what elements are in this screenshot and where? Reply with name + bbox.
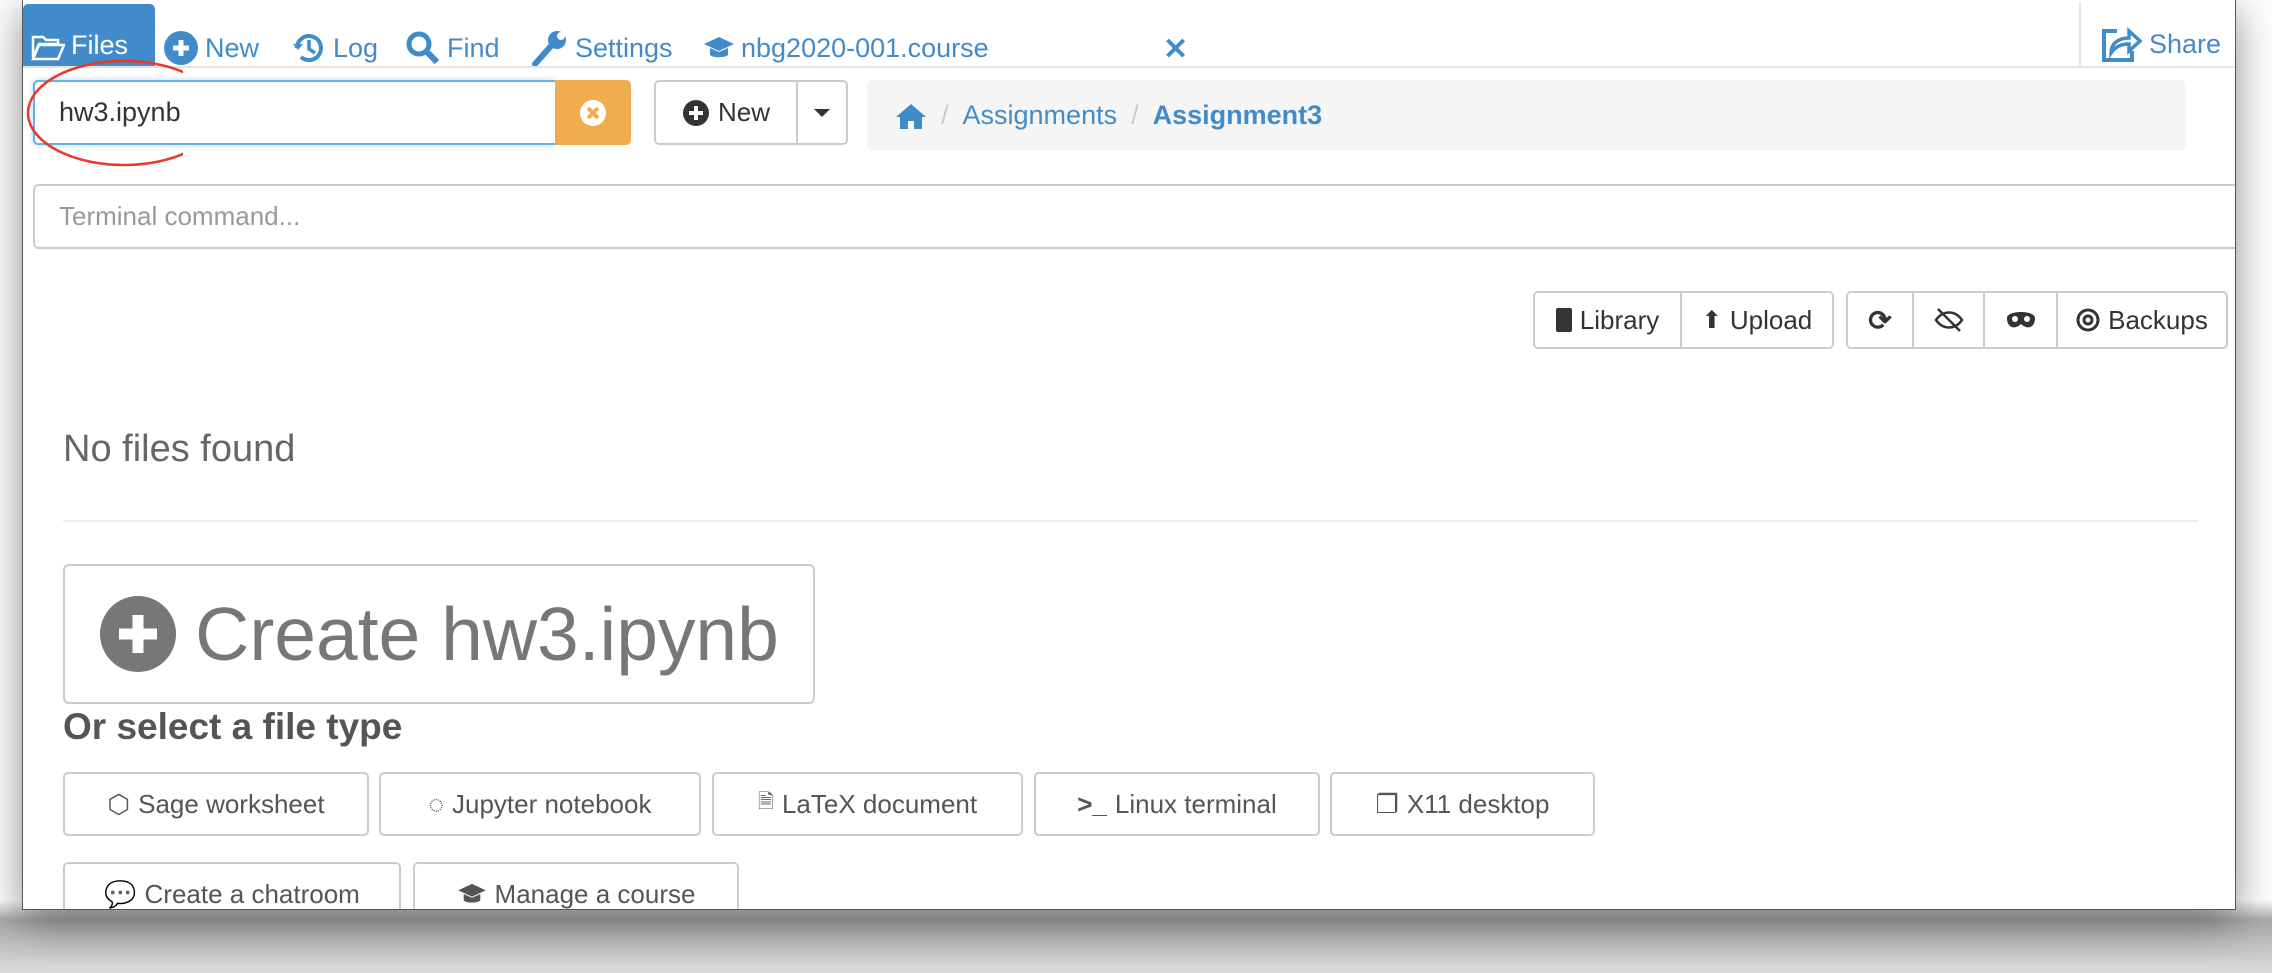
home-icon[interactable] — [895, 102, 927, 130]
tab-find-label: Find — [447, 32, 500, 63]
close-course-tab-icon[interactable]: ✕ — [1163, 32, 1188, 67]
tab-find[interactable]: Find — [405, 28, 500, 68]
search-icon — [406, 31, 440, 65]
share-icon — [2102, 27, 2143, 62]
refresh-button[interactable]: ⟳ — [1846, 291, 1914, 349]
breadcrumb-separator: / — [1131, 100, 1139, 130]
mask-icon — [2006, 312, 2035, 328]
clear-search-button[interactable] — [555, 80, 631, 145]
share-button[interactable]: Share — [2101, 24, 2221, 64]
times-circle-icon — [580, 99, 606, 126]
share-label: Share — [2149, 28, 2222, 59]
new-file-label: New — [717, 97, 770, 127]
tab-new-label: New — [205, 32, 260, 63]
project-window: Files New Log Find Settings nbg2020-001.… — [22, 0, 2236, 910]
refresh-icon: ⟳ — [1868, 304, 1892, 336]
upload-icon: ⬆ — [1701, 306, 1722, 334]
tab-log-label: Log — [333, 32, 379, 63]
breadcrumb-assignments[interactable]: Assignments — [963, 100, 1118, 131]
linux-terminal-button[interactable]: >_ Linux terminal — [1034, 772, 1320, 836]
upload-label: Upload — [1729, 304, 1813, 335]
create-file-button[interactable]: Create hw3.ipynb — [63, 564, 815, 704]
graduation-cap-icon — [704, 37, 734, 58]
new-file-button[interactable]: New — [654, 80, 798, 145]
tab-course-label: nbg2020-001.course — [741, 32, 989, 63]
create-file-label: Create hw3.ipynb — [195, 592, 779, 676]
x11-desktop-label: X11 desktop — [1406, 788, 1550, 819]
manage-course-label: Manage a course — [494, 878, 696, 909]
nav-divider — [23, 66, 2235, 68]
no-files-message: No files found — [63, 428, 296, 470]
terminal-icon: >_ — [1077, 788, 1107, 819]
sage-worksheet-button[interactable]: ⬡ Sage worksheet — [63, 772, 369, 836]
tab-settings-label: Settings — [575, 32, 673, 63]
breadcrumb-separator: / — [941, 100, 949, 130]
library-button[interactable]: Library — [1533, 291, 1682, 349]
latex-document-label: LaTeX document — [781, 788, 978, 819]
tex-file-icon: 🗎 — [757, 791, 774, 813]
create-chatroom-button[interactable]: 💬 Create a chatroom — [63, 862, 401, 909]
tab-log[interactable]: Log — [291, 28, 378, 68]
divider — [63, 520, 2198, 522]
create-chatroom-label: Create a chatroom — [144, 878, 360, 909]
tab-settings[interactable]: Settings — [529, 28, 673, 68]
backups-button[interactable]: Backups — [2056, 291, 2228, 349]
sage-icon: ⬡ — [107, 788, 131, 819]
backups-label: Backups — [2108, 304, 2208, 335]
window-restore-icon: ❐ — [1375, 788, 1399, 819]
jupyter-icon: ◌ — [428, 788, 444, 819]
comment-icon: 💬 — [104, 878, 137, 909]
plus-circle-icon — [100, 596, 177, 672]
jupyter-notebook-button[interactable]: ◌ Jupyter notebook — [379, 772, 701, 836]
terminal-command-input[interactable]: Terminal command... — [33, 184, 2235, 249]
new-dropdown-toggle[interactable] — [796, 80, 848, 145]
sage-worksheet-label: Sage worksheet — [138, 788, 325, 819]
jupyter-notebook-label: Jupyter notebook — [451, 788, 652, 819]
manage-course-button[interactable]: Manage a course — [413, 862, 739, 909]
red-annotation-ellipse — [26, 59, 183, 167]
toggle-hidden-button[interactable] — [1912, 291, 1985, 349]
caret-down-icon — [814, 108, 830, 117]
graduation-cap-icon — [457, 883, 486, 903]
select-file-type-heading: Or select a file type — [63, 706, 403, 747]
book-icon — [1555, 308, 1572, 332]
terminal-placeholder: Terminal command... — [59, 201, 301, 231]
breadcrumb-assignment3[interactable]: Assignment3 — [1153, 100, 1323, 131]
masked-files-button[interactable] — [1983, 291, 2058, 349]
x11-desktop-button[interactable]: ❐ X11 desktop — [1330, 772, 1595, 836]
eye-slash-icon — [1933, 308, 1964, 332]
history-icon — [293, 34, 323, 63]
life-ring-icon — [2076, 308, 2100, 332]
breadcrumb: / Assignments / Assignment3 — [867, 80, 2186, 151]
divider — [2079, 2, 2081, 66]
library-label: Library — [1579, 304, 1660, 335]
wrench-icon — [532, 31, 566, 67]
upload-button[interactable]: ⬆ Upload — [1680, 291, 1834, 349]
plus-circle-icon — [682, 99, 709, 126]
tab-course[interactable]: nbg2020-001.course — [703, 28, 989, 68]
latex-document-button[interactable]: 🗎 LaTeX document — [712, 772, 1023, 836]
linux-terminal-label: Linux terminal — [1114, 788, 1277, 819]
